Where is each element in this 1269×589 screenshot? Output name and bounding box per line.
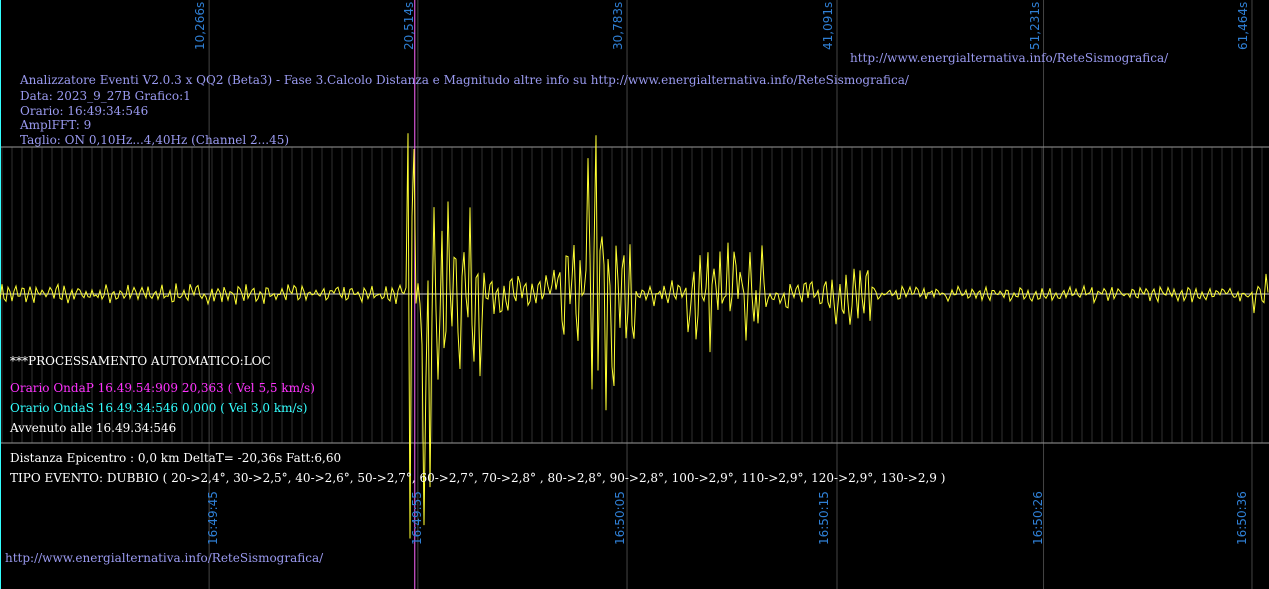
- header-title: Analizzatore Eventi V2.0.3 x QQ2 (Beta3)…: [20, 73, 909, 87]
- header-filter: Taglio: ON 0,10Hz...4,40Hz (Channel 2...…: [20, 133, 290, 147]
- top-tick-label: 51,231s: [1027, 1, 1042, 50]
- avvenuto-label: Avvenuto alle 16.49.34:546: [10, 421, 177, 435]
- header-date: Data: 2023_9_27B Grafico:1: [20, 89, 191, 103]
- bottom-tick-label: 16:50:36: [1234, 491, 1249, 545]
- top-tick-label: 61,464s: [1235, 1, 1250, 50]
- bottom-tick-label: 16:49:55: [409, 491, 424, 545]
- tipo-evento-label: TIPO EVENTO: DUBBIO ( 20->2,4°, 30->2,5°…: [10, 471, 946, 485]
- bottom-tick-label: 16:50:15: [816, 491, 831, 545]
- onda-s-label: Orario OndaS 16.49.34:546 0,000 ( Vel 3,…: [10, 401, 308, 415]
- top-tick-label: 20,514s: [401, 1, 416, 50]
- bottom-tick-label: 16:50:05: [613, 491, 628, 545]
- seismograph-window: Analizzatore Eventi V2.0.3 x QQ2 (Beta3)…: [0, 0, 1269, 589]
- processing-title: ***PROCESSAMENTO AUTOMATICO:LOC: [10, 354, 271, 368]
- distanza-label: Distanza Epicentro : 0,0 km DeltaT= -20,…: [10, 451, 342, 465]
- top-tick-label: 10,266s: [193, 1, 208, 50]
- top-tick-label: 30,783s: [611, 1, 626, 50]
- top-tick-label: 41,091s: [820, 1, 835, 50]
- header-amplfft: AmplFFT: 9: [20, 118, 92, 132]
- top-url-link[interactable]: http://www.energialternativa.info/ReteSi…: [850, 50, 1168, 66]
- bottom-tick-label: 16:50:26: [1030, 491, 1045, 545]
- onda-p-label: Orario OndaP 16.49.54:909 20,363 ( Vel 5…: [10, 381, 315, 395]
- bottom-url-link[interactable]: http://www.energialternativa.info/ReteSi…: [5, 550, 323, 566]
- bottom-tick-label: 16:49:45: [205, 491, 220, 545]
